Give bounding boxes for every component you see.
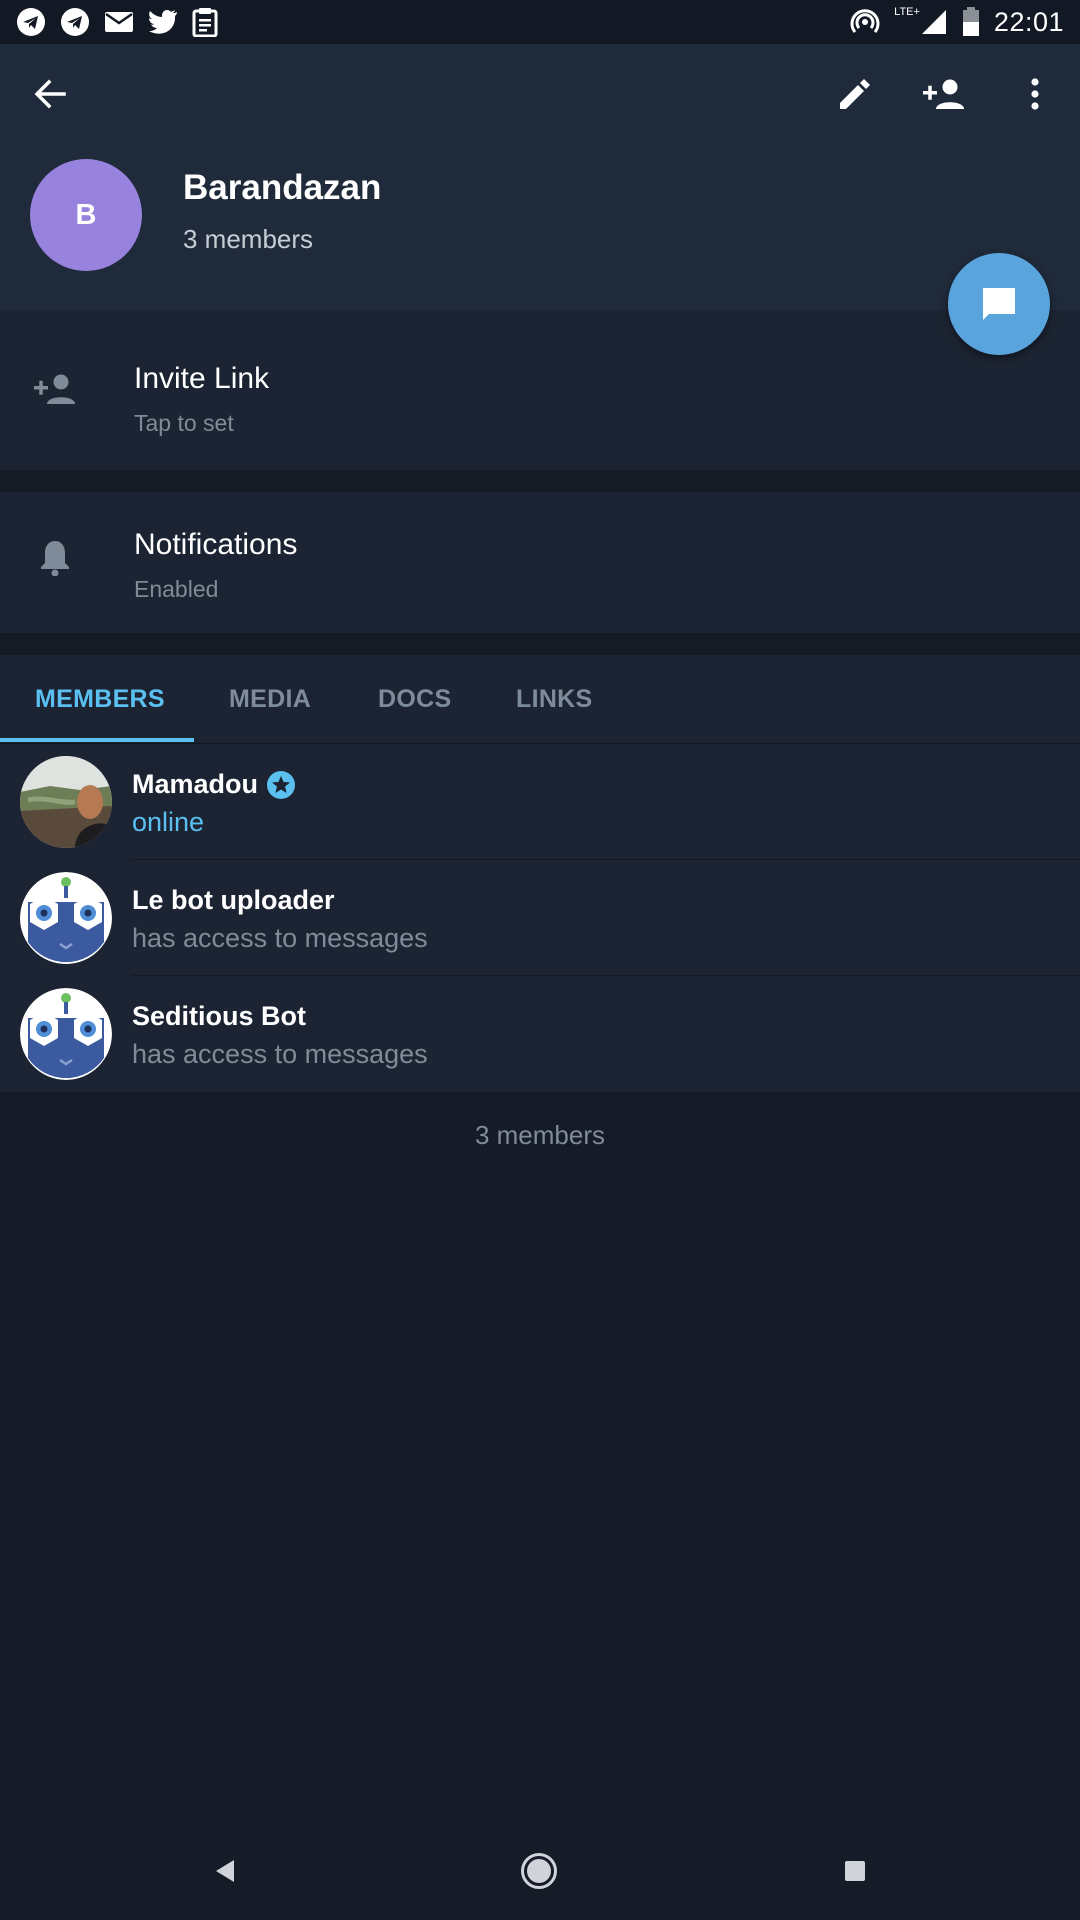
notifications-subtitle: Enabled xyxy=(134,576,219,602)
add-member-button[interactable] xyxy=(914,64,974,124)
bell-icon xyxy=(32,534,78,580)
notifications-title: Notifications xyxy=(134,528,298,561)
notifications-row[interactable]: Notifications Enabled xyxy=(0,492,1080,633)
chat-bubble-icon xyxy=(979,284,1019,324)
list-item[interactable]: Le bot uploader has access to messages xyxy=(0,860,1080,976)
home-circle-icon xyxy=(520,1852,558,1890)
signal-icon xyxy=(920,8,948,36)
nav-recents-button[interactable] xyxy=(830,1846,880,1896)
invite-link-subtitle: Tap to set xyxy=(134,410,234,436)
list-item[interactable]: Seditious Bot has access to messages xyxy=(0,976,1080,1092)
tab-members[interactable]: MEMBERS xyxy=(35,655,165,744)
group-avatar[interactable]: B xyxy=(30,159,142,271)
system-icons: LTE+ 22:01 xyxy=(850,6,1064,38)
status-bar: LTE+ 22:01 xyxy=(0,0,1080,44)
invite-link-title: Invite Link xyxy=(134,362,270,395)
avatar xyxy=(20,988,112,1080)
admin-star-icon xyxy=(266,770,296,800)
member-status: has access to messages xyxy=(132,923,428,953)
add-person-icon xyxy=(32,366,78,412)
member-name: Mamadou xyxy=(132,769,296,800)
navigation-bar xyxy=(0,1820,1080,1920)
group-member-count: 3 members xyxy=(183,224,314,254)
add-person-icon xyxy=(922,78,966,110)
telegram-icon xyxy=(16,7,46,37)
battery-icon xyxy=(962,7,980,37)
telegram-icon xyxy=(60,7,90,37)
tab-media[interactable]: MEDIA xyxy=(229,655,311,744)
active-tab-indicator xyxy=(0,738,194,742)
tab-docs[interactable]: DOCS xyxy=(378,655,451,744)
member-status: has access to messages xyxy=(132,1039,428,1069)
edit-button[interactable] xyxy=(825,64,885,124)
group-title: Barandazan xyxy=(183,168,382,207)
send-message-button[interactable] xyxy=(948,253,1050,355)
avatar xyxy=(20,756,112,848)
member-name-text: Mamadou xyxy=(132,769,259,799)
member-name: Seditious Bot xyxy=(132,1001,306,1031)
more-options-button[interactable] xyxy=(1005,64,1065,124)
members-count-footer: 3 members xyxy=(474,1120,606,1150)
network-type-label: LTE+ xyxy=(894,6,920,18)
invite-link-row[interactable]: Invite Link Tap to set xyxy=(0,310,1080,470)
hotspot-icon xyxy=(850,7,880,37)
list-item[interactable]: Mamadou online xyxy=(0,744,1080,860)
triangle-back-icon xyxy=(212,1858,238,1884)
tab-links[interactable]: LINKS xyxy=(516,655,593,744)
member-name: Le bot uploader xyxy=(132,885,335,915)
nav-home-button[interactable] xyxy=(514,1846,564,1896)
members-list: Mamadou online Le bot uploader has acces… xyxy=(0,744,1080,1092)
mail-icon xyxy=(104,10,134,34)
more-vertical-icon xyxy=(1030,78,1040,110)
arrow-left-icon xyxy=(32,76,68,112)
group-header: B Barandazan 3 members xyxy=(0,44,1080,310)
shared-content-tabs: MEMBERS MEDIA DOCS LINKS xyxy=(0,655,1080,744)
member-status: online xyxy=(132,807,205,837)
nav-back-button[interactable] xyxy=(200,1846,250,1896)
avatar xyxy=(20,872,112,964)
section-divider xyxy=(0,470,1080,492)
twitter-icon xyxy=(148,9,178,35)
section-divider xyxy=(0,633,1080,655)
pencil-icon xyxy=(837,76,873,112)
notification-icons xyxy=(16,7,218,37)
clipboard-icon xyxy=(192,7,218,37)
back-button[interactable] xyxy=(20,64,80,124)
square-recents-icon xyxy=(843,1859,867,1883)
clock: 22:01 xyxy=(993,6,1064,37)
